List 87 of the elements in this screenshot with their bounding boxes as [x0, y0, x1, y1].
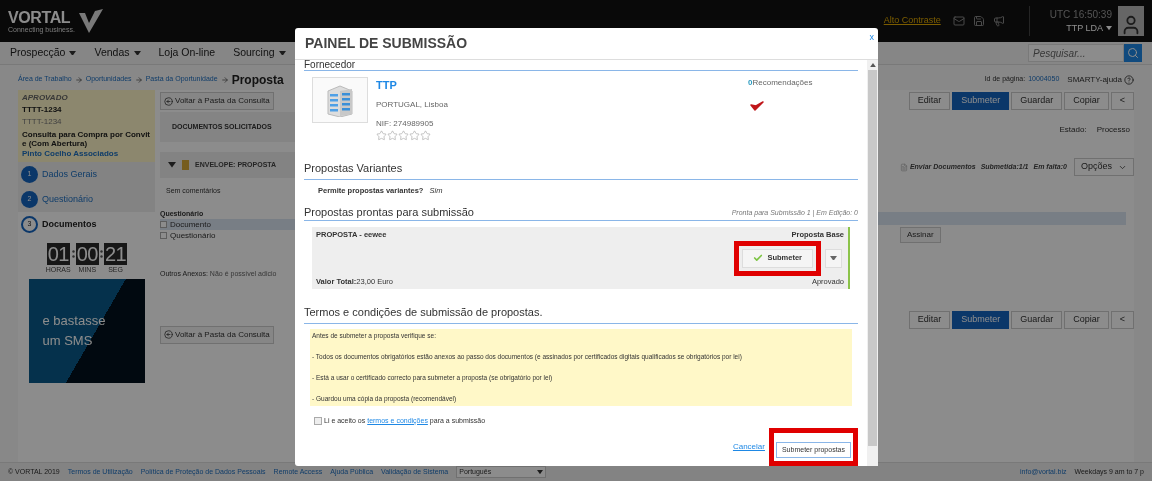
- close-button[interactable]: x: [869, 31, 874, 45]
- primary-toolbar-button[interactable]: Submeter: [952, 311, 1010, 329]
- check-mark-icon: [750, 101, 764, 111]
- toolbar-button[interactable]: <: [1110, 92, 1134, 110]
- accept-checkbox[interactable]: [314, 416, 322, 425]
- arrow-icon: [74, 75, 83, 84]
- toolbar-button[interactable]: Copiar: [1064, 92, 1109, 110]
- primary-toolbar-button[interactable]: Submeter: [952, 92, 1010, 110]
- logo-wordmark: VORTAL: [8, 9, 72, 26]
- document-icon: [899, 162, 908, 172]
- caret-icon: [830, 255, 837, 261]
- dialog-title: PAINEL DE SUBMISSÃO: [305, 34, 468, 53]
- state-value: Processo: [1096, 124, 1130, 136]
- high-contrast-link[interactable]: Alto Contraste: [883, 14, 941, 28]
- search-field[interactable]: Pesquisar...: [1028, 44, 1124, 62]
- entity-name: Pinto Coelho Associados: [22, 148, 120, 160]
- step-label: Documentos: [42, 217, 97, 231]
- help-icon[interactable]: [1124, 74, 1134, 85]
- section-heading: Propostas prontas para submissão: [304, 204, 474, 220]
- building-icon: [325, 83, 355, 117]
- nav-menu-item[interactable]: Vendas: [94, 45, 141, 61]
- toolbar-button[interactable]: Guardar: [1011, 311, 1063, 329]
- search-button[interactable]: [1124, 44, 1142, 62]
- nav-menu-item[interactable]: Prospecção: [10, 45, 77, 61]
- section-heading: Fornecedor: [304, 60, 356, 70]
- status-label: APROVADO: [22, 92, 69, 104]
- star-icon: [376, 129, 387, 141]
- sign-button[interactable]: Assinar: [900, 227, 941, 243]
- advertisement-text: e bastasse um SMS: [42, 311, 107, 350]
- breadcrumb-current: Proposta: [231, 71, 284, 89]
- envelope-icon: [182, 160, 189, 170]
- checkbox[interactable]: [160, 232, 167, 239]
- mail-icon[interactable]: [952, 15, 965, 27]
- star-icon: [398, 129, 409, 141]
- document-row[interactable]: Documento: [160, 219, 295, 230]
- clock: UTC 16:50:39: [1049, 7, 1112, 22]
- section-heading: Propostas Variantes: [304, 161, 403, 174]
- caret-icon: [168, 162, 176, 168]
- reference-code-secondary: TTTT-1234: [22, 116, 63, 128]
- supplier-name[interactable]: TTP: [376, 77, 448, 94]
- document-label: Documento: [170, 218, 211, 231]
- recommendations-count: 0: [748, 77, 753, 89]
- document-label: Questionário: [170, 229, 216, 242]
- star-icon: [420, 129, 431, 141]
- toolbar-button[interactable]: Guardar: [1011, 92, 1063, 110]
- state-label: Estado:: [1059, 124, 1087, 136]
- supplier-location: PORTUGAL, Lisboa: [376, 98, 448, 111]
- scrollbar-thumb[interactable]: [868, 70, 877, 446]
- megaphone-icon[interactable]: [992, 15, 1005, 27]
- dropdown-button[interactable]: [825, 248, 842, 268]
- back-button[interactable]: Voltar à Pasta da Consulta: [160, 92, 274, 110]
- back-button[interactable]: Voltar à Pasta da Consulta: [160, 325, 274, 344]
- arrow-icon: [134, 75, 143, 84]
- cancel-link[interactable]: Cancelar: [732, 441, 765, 453]
- star-icon: [409, 129, 420, 141]
- procedure-title: Consulta para Compra por Convite (Com Abertura): [22, 130, 151, 148]
- nav-menu-item[interactable]: Loja On-line: [158, 45, 216, 61]
- nav-menu-item[interactable]: Sourcing: [233, 45, 286, 61]
- recommendations-label: Recomendações: [752, 77, 813, 89]
- toolbar-button[interactable]: Editar: [908, 92, 951, 110]
- caret-icon: [537, 469, 544, 475]
- step-label: Questionário: [42, 192, 94, 206]
- scroll-up-icon: [869, 62, 876, 68]
- avatar[interactable]: [1118, 6, 1144, 36]
- step-label: Dados Gerais: [42, 167, 98, 181]
- supplier-tax-id: NIF: 274989905: [376, 117, 435, 130]
- caret-icon: [1106, 26, 1112, 31]
- section-heading: Termos e condições de submissão de propostas.: [304, 305, 543, 318]
- check-icon: [753, 253, 764, 263]
- options-dropdown[interactable]: Opções: [1073, 158, 1134, 176]
- account-menu[interactable]: TTP LDA: [1066, 21, 1112, 36]
- toolbar-button[interactable]: Copiar: [1064, 311, 1109, 329]
- logo-mark-icon: [76, 7, 105, 35]
- timer-digits: 00: [75, 243, 99, 265]
- reference-code: TTTT-1234: [22, 104, 63, 116]
- checkbox[interactable]: [160, 221, 167, 228]
- toolbar-button[interactable]: Editar: [908, 311, 951, 329]
- timer-digits: 21: [103, 243, 128, 265]
- star-icon: [387, 129, 398, 141]
- search-icon: [1127, 47, 1139, 59]
- save-icon[interactable]: [972, 15, 985, 27]
- separator-dots-icon: [71, 250, 75, 258]
- timer-digits: 01: [46, 243, 70, 265]
- arrow-icon: [220, 75, 229, 84]
- help-link[interactable]: SMARTY-ajuda: [1067, 73, 1122, 86]
- separator-dots-icon: [99, 250, 103, 258]
- toolbar-button[interactable]: <: [1110, 311, 1134, 329]
